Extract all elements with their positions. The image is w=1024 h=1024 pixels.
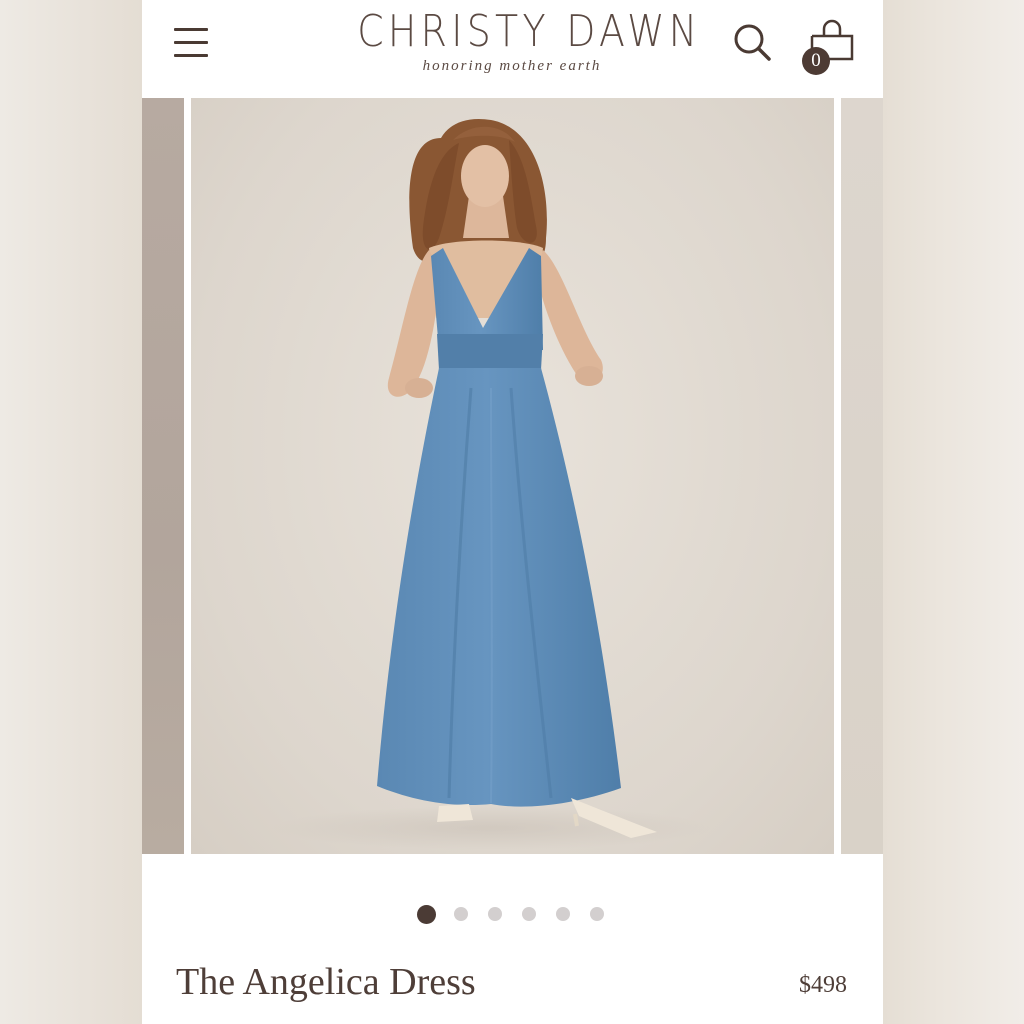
- site-header: CHRISTY DAWN honoring mother earth 0: [142, 0, 883, 98]
- product-image-carousel[interactable]: [142, 98, 883, 854]
- product-price: $498: [799, 972, 847, 998]
- carousel-dot-6[interactable]: [590, 907, 604, 921]
- carousel-dot-2[interactable]: [454, 907, 468, 921]
- search-icon[interactable]: [732, 22, 774, 64]
- background-blur-right: [883, 0, 1024, 1024]
- brand-tagline: honoring mother earth: [422, 58, 602, 74]
- mobile-screen: CHRISTY DAWN honoring mother earth 0 The…: [142, 0, 883, 1024]
- product-photo[interactable]: [191, 98, 834, 854]
- product-title: The Angelica Dress: [176, 961, 476, 1003]
- carousel-dot-3[interactable]: [488, 907, 502, 921]
- brand-name: CHRISTY DAWN: [357, 6, 702, 57]
- next-image-peek[interactable]: [841, 98, 883, 854]
- cart-count-badge: 0: [802, 47, 830, 75]
- carousel-dot-1[interactable]: [417, 905, 436, 924]
- hamburger-menu-icon[interactable]: [174, 26, 210, 60]
- carousel-pagination: [142, 904, 883, 926]
- brand-logo[interactable]: CHRISTY DAWN honoring mother earth: [332, 6, 702, 74]
- previous-image-peek[interactable]: [142, 98, 184, 854]
- model-wearing-dress-image: [271, 118, 711, 850]
- carousel-dot-4[interactable]: [522, 907, 536, 921]
- background-blur-left: [0, 0, 142, 1024]
- cart-button[interactable]: 0: [800, 18, 858, 76]
- carousel-dot-5[interactable]: [556, 907, 570, 921]
